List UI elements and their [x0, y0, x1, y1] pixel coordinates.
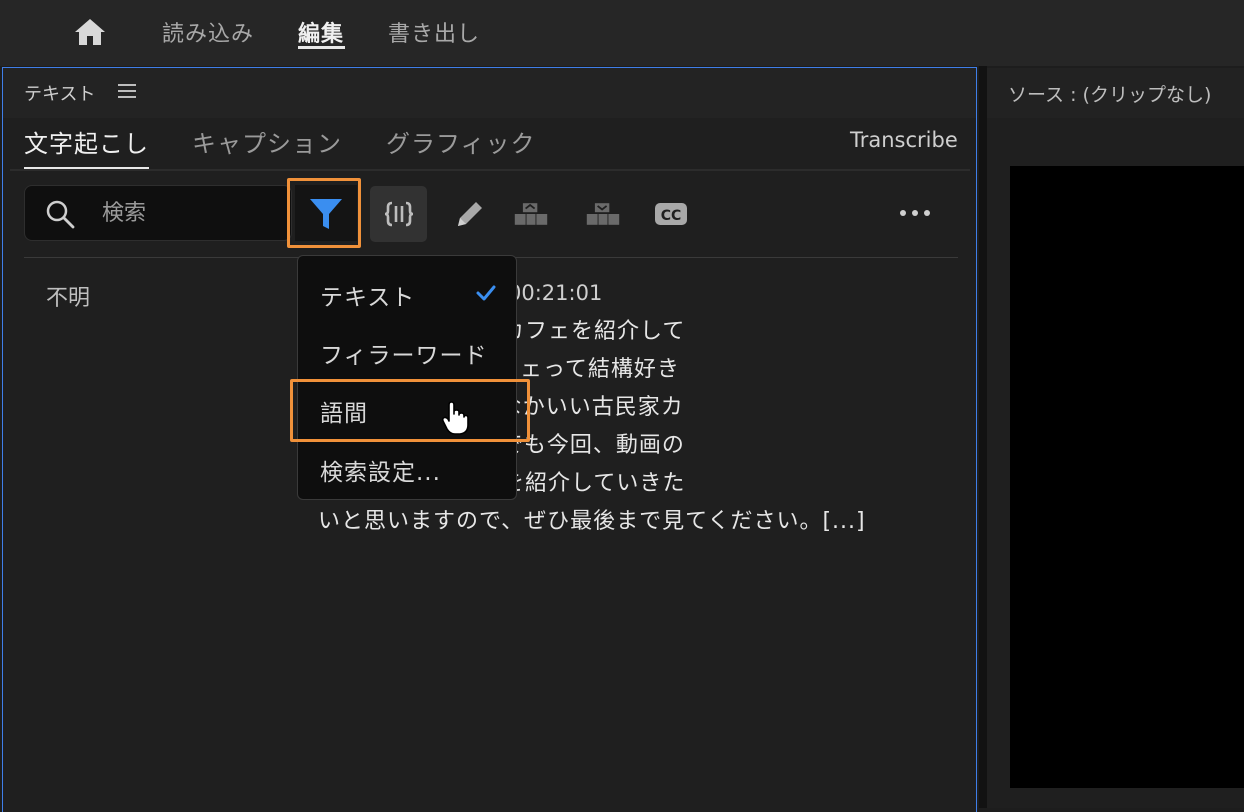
tab-graphics[interactable]: グラフィック [386, 124, 536, 159]
menu-item-search-settings[interactable]: 検索設定... [320, 453, 441, 487]
pencil-icon[interactable] [452, 198, 488, 230]
search-input[interactable] [100, 196, 284, 230]
timecode: 00:21:01 [508, 281, 603, 305]
tab-captions[interactable]: キャプション [192, 124, 342, 159]
pauses-highlight-box [290, 379, 530, 442]
nav-tab-edit[interactable]: 編集 [298, 16, 344, 48]
cc-icon[interactable]: CC [653, 198, 689, 230]
pointer-hand-icon [441, 401, 469, 435]
tab-transcript[interactable]: 文字起こし [24, 124, 149, 159]
filter-highlight-box [287, 178, 361, 248]
svg-text:CC: CC [661, 208, 682, 224]
nav-active-underline [298, 46, 345, 49]
more-icon[interactable] [898, 206, 932, 220]
tab-divider [10, 169, 970, 171]
home-icon[interactable] [72, 16, 108, 48]
source-panel-title[interactable]: ソース : (クリップなし) [1008, 80, 1211, 107]
nav-tab-import[interactable]: 読み込み [162, 16, 254, 48]
panel-title: テキスト [24, 84, 96, 105]
menu-item-text[interactable]: テキスト [320, 278, 415, 312]
nav-tab-export[interactable]: 書き出し [388, 16, 480, 48]
panel-separator[interactable] [979, 66, 987, 808]
source-monitor-viewer[interactable] [1010, 166, 1244, 788]
speaker-split-icon[interactable] [585, 198, 621, 230]
check-icon [476, 285, 496, 301]
transcript-line[interactable]: いと思いますので、ぜひ最後まで見てください。[...] [318, 503, 866, 535]
hamburger-icon[interactable] [118, 84, 136, 100]
transcribe-button[interactable]: Transcribe [850, 128, 958, 152]
text-panel-header [3, 68, 976, 118]
speaker-merge-icon[interactable] [513, 198, 549, 230]
speaker-label[interactable]: 不明 [46, 280, 90, 312]
menu-item-filler-words[interactable]: フィラーワード [320, 336, 488, 370]
search-icon [46, 200, 75, 229]
pause-marker-icon [384, 201, 414, 227]
